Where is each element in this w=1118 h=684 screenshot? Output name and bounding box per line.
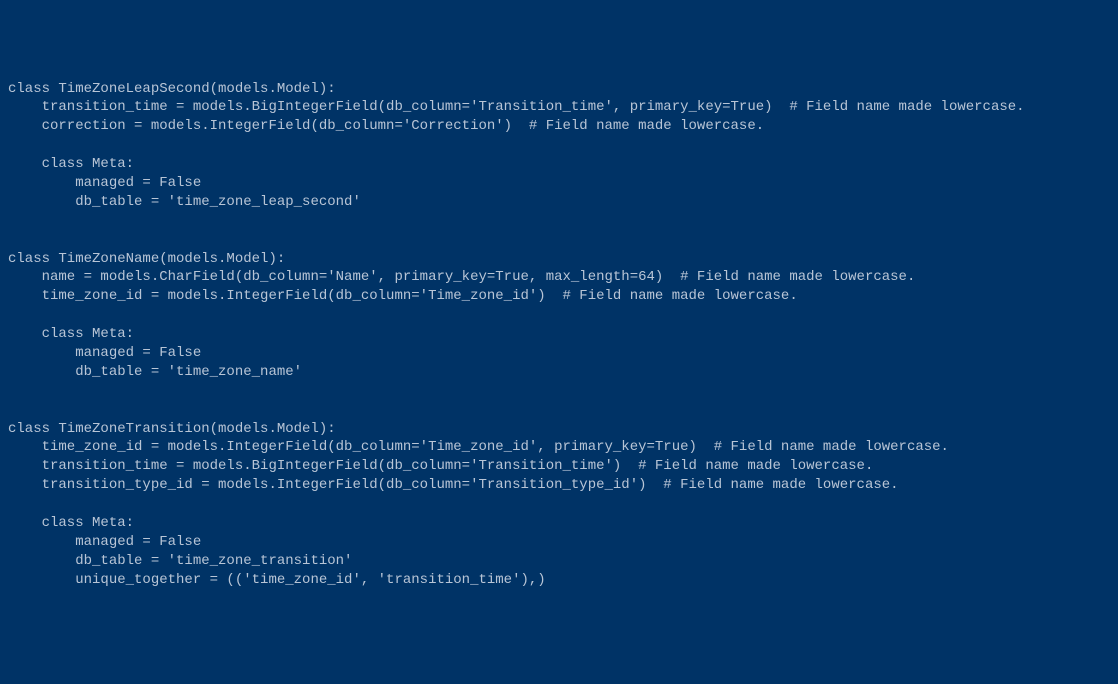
code-line: class TimeZoneLeapSecond(models.Model): xyxy=(8,80,1110,99)
code-line xyxy=(8,495,1110,514)
code-line xyxy=(8,136,1110,155)
code-line: class Meta: xyxy=(8,325,1110,344)
code-editor-view: class TimeZoneLeapSecond(models.Model): … xyxy=(8,80,1110,590)
code-line: class Meta: xyxy=(8,514,1110,533)
code-line: class TimeZoneTransition(models.Model): xyxy=(8,420,1110,439)
code-line xyxy=(8,382,1110,401)
code-line: time_zone_id = models.IntegerField(db_co… xyxy=(8,438,1110,457)
code-line: time_zone_id = models.IntegerField(db_co… xyxy=(8,287,1110,306)
code-line: name = models.CharField(db_column='Name'… xyxy=(8,268,1110,287)
code-line: managed = False xyxy=(8,174,1110,193)
code-line: unique_together = (('time_zone_id', 'tra… xyxy=(8,571,1110,590)
code-line: class Meta: xyxy=(8,155,1110,174)
code-line: transition_time = models.BigIntegerField… xyxy=(8,98,1110,117)
code-line: class TimeZoneName(models.Model): xyxy=(8,250,1110,269)
code-line: transition_type_id = models.IntegerField… xyxy=(8,476,1110,495)
code-line xyxy=(8,401,1110,420)
code-line xyxy=(8,212,1110,231)
code-line: db_table = 'time_zone_transition' xyxy=(8,552,1110,571)
code-line: transition_time = models.BigIntegerField… xyxy=(8,457,1110,476)
code-line xyxy=(8,306,1110,325)
code-line: correction = models.IntegerField(db_colu… xyxy=(8,117,1110,136)
code-line: db_table = 'time_zone_name' xyxy=(8,363,1110,382)
code-line: managed = False xyxy=(8,344,1110,363)
code-line: db_table = 'time_zone_leap_second' xyxy=(8,193,1110,212)
code-line xyxy=(8,231,1110,250)
code-line: managed = False xyxy=(8,533,1110,552)
